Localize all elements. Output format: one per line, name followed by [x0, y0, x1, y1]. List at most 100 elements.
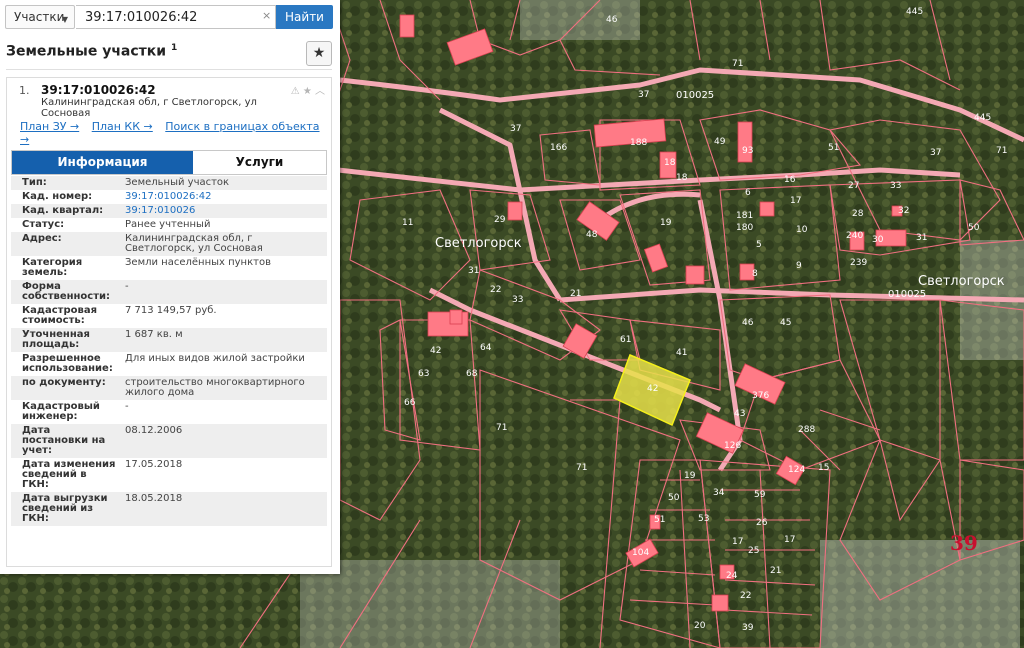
parcel-number-label: 51 [828, 143, 839, 153]
parcel-number-label: 22 [490, 285, 501, 295]
parcel-number-label: 166 [550, 143, 567, 153]
warning-icon[interactable]: ⚠ [291, 86, 300, 97]
clear-icon[interactable]: × [262, 9, 271, 22]
info-table: Тип: Земельный участок Кад. номер: 39:17:01… [11, 176, 327, 526]
info-row: Статус: Ранее учтенный [11, 218, 327, 232]
chevron-up-icon[interactable]: ︿ [315, 86, 325, 97]
plan-kk-link[interactable]: План КК → [92, 120, 153, 133]
parcel-number-label: 50 [668, 493, 680, 503]
search-bar: Участки ▼ × Найти [0, 0, 340, 34]
parcel-number-label: 28 [852, 209, 864, 219]
info-key: Статус: [22, 219, 65, 230]
parcel-number-label: 22 [740, 591, 751, 601]
info-row: Кадастровый инженер: - [11, 400, 327, 424]
quarter-label: 010025 [676, 90, 714, 101]
parcel-number-label: 31 [468, 266, 479, 276]
parcel-number-label: 5 [756, 240, 762, 250]
parcel-number-label: 445 [906, 7, 923, 17]
parcel-number-label: 41 [676, 348, 687, 358]
find-button[interactable]: Найти [276, 5, 333, 29]
parcel-number-label: 66 [404, 398, 416, 408]
parcel-number-label: 37 [930, 148, 941, 158]
info-value: - [125, 401, 129, 412]
info-row: Форма собственности: - [11, 280, 327, 304]
parcel-number-label: 59 [754, 490, 766, 500]
info-row: Дата выгрузки сведений из ГКН: 18.05.2018 [11, 492, 327, 526]
info-row: Разрешенное использование: Для иных видов… [11, 352, 327, 376]
parcel-number-label: 8 [752, 269, 758, 279]
parcel-number-label: 46 [606, 15, 618, 25]
info-row: Категория земель: Земли населённых пункто… [11, 256, 327, 280]
parcel-number-label: 42 [430, 346, 441, 356]
parcel-number-label: 27 [848, 181, 859, 191]
parcel-number-label: 32 [898, 206, 909, 216]
parcel-number-label: 445 [974, 113, 991, 123]
info-key: Разрешенное использование: [22, 353, 113, 374]
district-label: 39 [950, 531, 978, 555]
parcel-number-label: 50 [968, 223, 980, 233]
parcel-number-label: 33 [512, 295, 523, 305]
info-row: Дата изменения сведений в ГКН: 17.05.2018 [11, 458, 327, 492]
parcel-number-label: 181 [736, 211, 753, 221]
parcel-number-label: 71 [732, 59, 743, 69]
parcel-number-label: 71 [496, 423, 507, 433]
parcel-number-label: 16 [784, 175, 796, 185]
info-row: Дата постановки на учет: 08.12.2006 [11, 424, 327, 458]
parcel-number-label: 43 [734, 409, 745, 419]
parcel-number-label: 104 [632, 548, 649, 558]
parcel-number-label: 10 [796, 225, 808, 235]
info-key: Уточненная площадь: [22, 329, 90, 350]
info-key: Форма собственности: [22, 281, 111, 302]
parcel-number-label: 68 [466, 369, 478, 379]
info-key: Дата изменения сведений в ГКН: [22, 459, 116, 490]
info-panel: Участки ▼ × Найти Земельные участки 1 ★ … [0, 0, 340, 574]
parcel-number-label: 18 [676, 173, 688, 183]
info-row: Адрес: Калининградская обл, г Светлогорск… [11, 232, 327, 256]
info-value: 7 713 149,57 руб. [125, 305, 217, 316]
parcel-number-label: 19 [660, 218, 672, 228]
parcel-number-label: 25 [748, 546, 759, 556]
parcel-number-label: 24 [726, 571, 738, 581]
favorites-button[interactable]: ★ [306, 41, 332, 66]
info-value: 1 687 кв. м [125, 329, 183, 340]
info-key: Кадастровый инженер: [22, 401, 100, 422]
town-label: Светлогорск [435, 236, 522, 251]
info-key: Дата постановки на учет: [22, 425, 106, 456]
info-key: Кад. квартал: [22, 205, 104, 216]
result-cad-number[interactable]: 39:17:010026:42 [41, 83, 156, 97]
tab-info[interactable]: Информация [12, 151, 193, 174]
layer-select-label: Участки [14, 10, 65, 24]
info-key: Тип: [22, 177, 47, 188]
parcel-number-label: 9 [796, 261, 802, 271]
parcel-number-label: 31 [916, 233, 927, 243]
parcel-number-label: 21 [770, 566, 781, 576]
parcel-number-label: 18 [664, 158, 676, 168]
info-row: по документу: строительство многоквартирн… [11, 376, 327, 400]
plan-zu-link[interactable]: План ЗУ → [20, 120, 79, 133]
parcel-number-label: 240 [846, 231, 863, 241]
layer-select[interactable]: Участки ▼ [5, 5, 75, 29]
info-value[interactable]: 39:17:010026 [117, 204, 327, 218]
parcel-number-label: 17 [784, 535, 795, 545]
parcel-number-label: 376 [752, 391, 769, 401]
star-icon[interactable]: ★ [303, 86, 312, 97]
parcel-number-label: 64 [480, 343, 492, 353]
result-card: 1. 39:17:010026:42 Калининградская обл, … [6, 77, 332, 567]
info-row: Уточненная площадь: 1 687 кв. м [11, 328, 327, 352]
result-address: Калининградская обл, г Светлогорск, ул С… [41, 97, 257, 119]
info-key: Адрес: [22, 233, 62, 244]
panel-title: Земельные участки 1 [6, 43, 177, 60]
parcel-number-label: 17 [732, 537, 743, 547]
parcel-number-label: 26 [756, 518, 768, 528]
info-key: Категория земель: [22, 257, 83, 278]
info-value[interactable]: 39:17:010026:42 [117, 190, 327, 204]
tabs: Информация Услуги [11, 150, 327, 175]
parcel-number-label: 46 [742, 318, 754, 328]
tab-services[interactable]: Услуги [193, 151, 326, 174]
selected-parcel-label: 42 [647, 384, 658, 394]
parcel-number-label: 93 [742, 146, 753, 156]
search-input[interactable] [76, 5, 276, 29]
parcel-number-label: 180 [736, 223, 753, 233]
star-icon: ★ [312, 45, 326, 61]
parcel-number-label: 71 [576, 463, 587, 473]
